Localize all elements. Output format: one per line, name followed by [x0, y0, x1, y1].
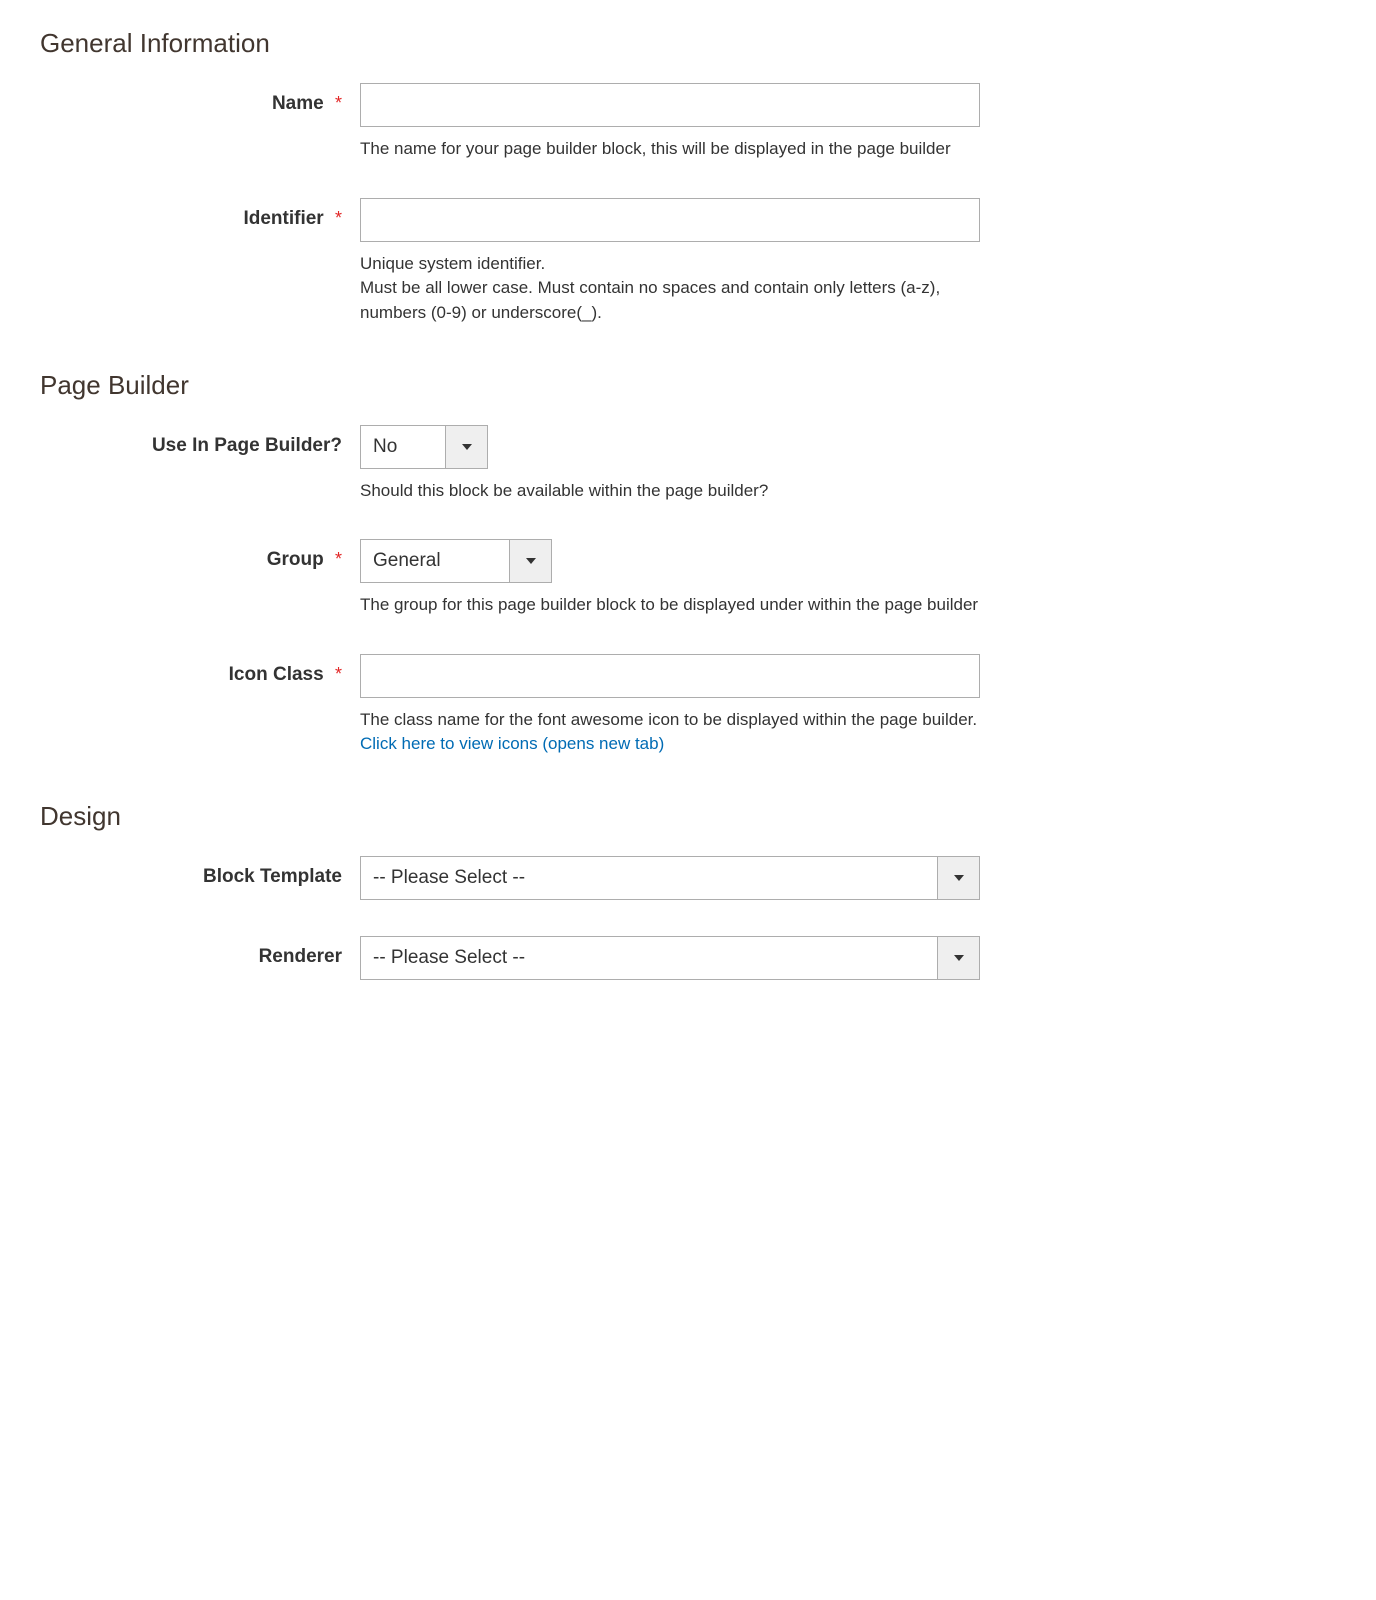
label-name: Name: [272, 93, 324, 114]
help-group: The group for this page builder block to…: [360, 593, 980, 618]
use-in-pb-select[interactable]: No: [360, 425, 488, 469]
label-block-template: Block Template: [203, 866, 342, 887]
section-heading-general: General Information: [40, 20, 1336, 59]
block-template-value: -- Please Select --: [361, 857, 937, 899]
label-renderer: Renderer: [259, 946, 342, 967]
field-block-template: Block Template -- Please Select --: [40, 856, 1336, 900]
section-general-information: General Information Name * The name for …: [40, 20, 1336, 326]
help-icon-class-text: The class name for the font awesome icon…: [360, 710, 977, 729]
help-name: The name for your page builder block, th…: [360, 137, 980, 162]
section-page-builder: Page Builder Use In Page Builder? No Sho…: [40, 362, 1336, 758]
chevron-down-icon: [937, 857, 979, 899]
identifier-input[interactable]: [360, 198, 980, 242]
renderer-select[interactable]: -- Please Select --: [360, 936, 980, 980]
field-name: Name * The name for your page builder bl…: [40, 83, 1336, 162]
group-select[interactable]: General: [360, 539, 552, 583]
required-mark: *: [335, 208, 342, 228]
field-icon-class: Icon Class * The class name for the font…: [40, 654, 1336, 757]
block-template-select[interactable]: -- Please Select --: [360, 856, 980, 900]
help-identifier: Unique system identifier. Must be all lo…: [360, 252, 980, 326]
label-use-in-pb: Use In Page Builder?: [152, 435, 342, 456]
required-mark: *: [335, 549, 342, 569]
section-heading-page-builder: Page Builder: [40, 362, 1336, 401]
section-heading-design: Design: [40, 793, 1336, 832]
label-group: Group: [267, 549, 324, 570]
label-identifier: Identifier: [243, 208, 323, 229]
use-in-pb-value: No: [361, 426, 445, 468]
group-value: General: [361, 540, 509, 582]
field-group: Group * General The group for this page …: [40, 539, 1336, 618]
chevron-down-icon: [937, 937, 979, 979]
field-identifier: Identifier * Unique system identifier. M…: [40, 198, 1336, 326]
field-renderer: Renderer -- Please Select --: [40, 936, 1336, 980]
chevron-down-icon: [445, 426, 487, 468]
section-design: Design Block Template -- Please Select -…: [40, 793, 1336, 980]
field-use-in-page-builder: Use In Page Builder? No Should this bloc…: [40, 425, 1336, 504]
chevron-down-icon: [509, 540, 551, 582]
required-mark: *: [335, 93, 342, 113]
icon-class-input[interactable]: [360, 654, 980, 698]
help-icon-class: The class name for the font awesome icon…: [360, 708, 980, 757]
name-input[interactable]: [360, 83, 980, 127]
label-icon-class: Icon Class: [229, 664, 324, 685]
icon-class-link[interactable]: Click here to view icons (opens new tab): [360, 734, 664, 753]
required-mark: *: [335, 664, 342, 684]
renderer-value: -- Please Select --: [361, 937, 937, 979]
help-use-in-pb: Should this block be available within th…: [360, 479, 980, 504]
